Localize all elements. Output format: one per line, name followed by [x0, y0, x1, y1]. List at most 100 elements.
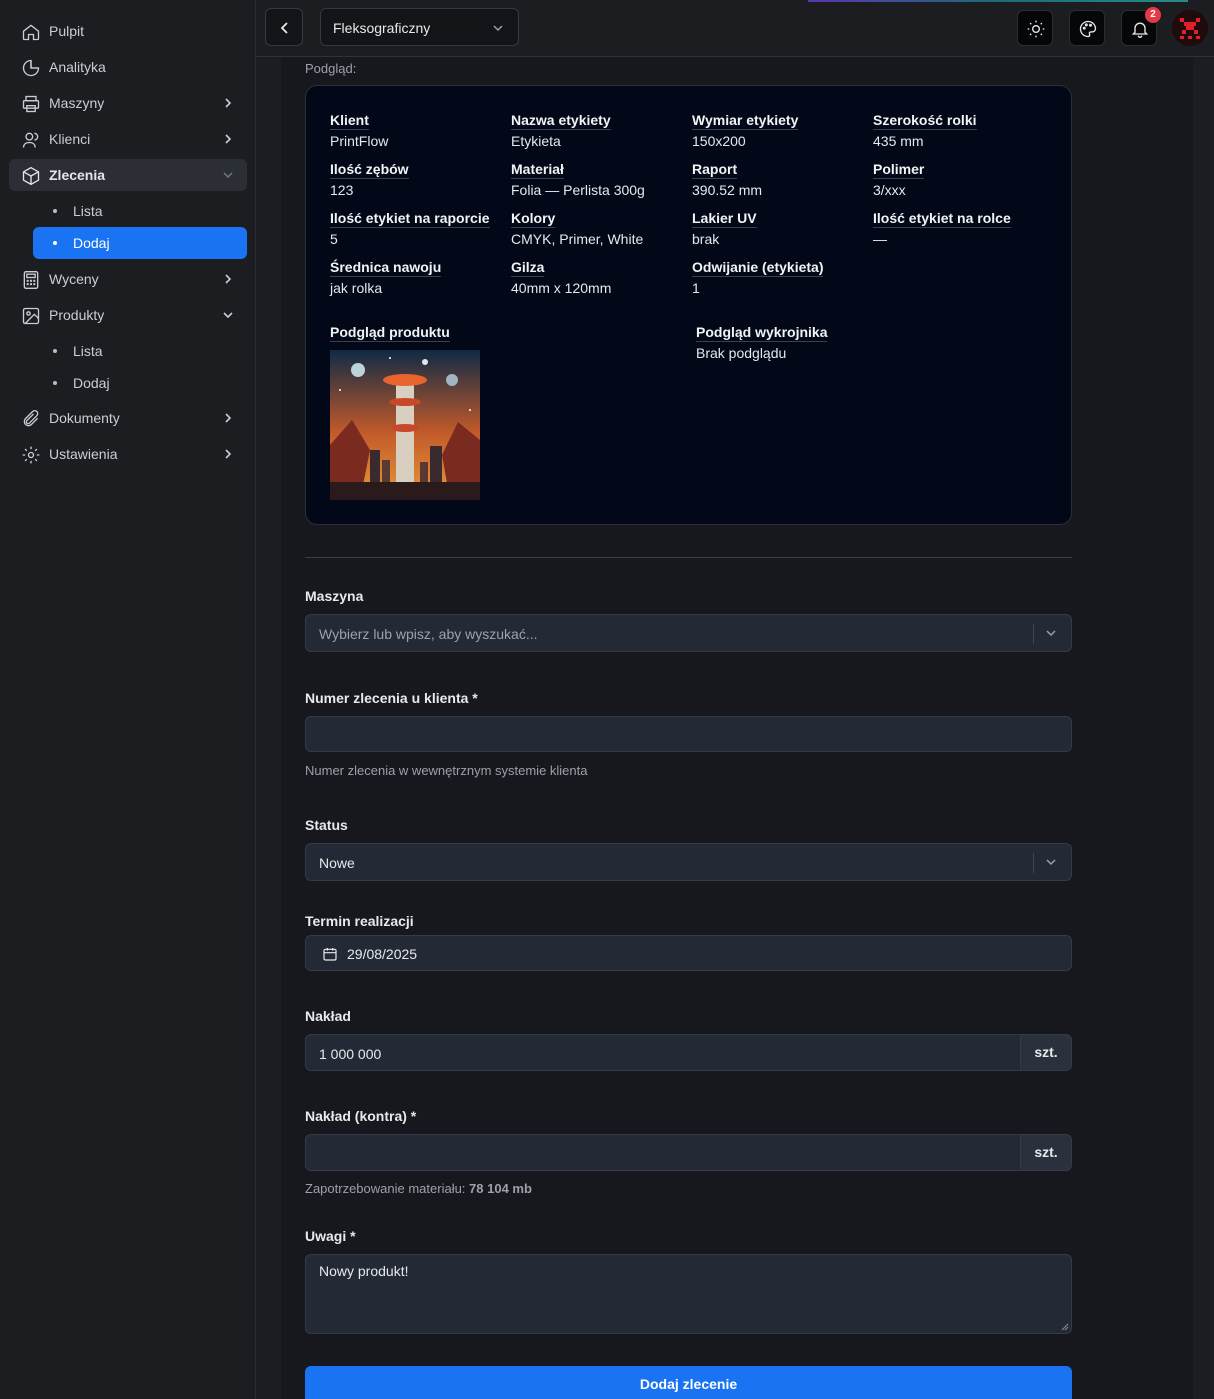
chevron-left-icon: [280, 22, 288, 34]
sidebar-item-ustawienia[interactable]: Ustawienia: [9, 438, 247, 470]
sidebar-subitem-label: Lista: [73, 203, 103, 219]
sidebar-item-analityka[interactable]: Analityka: [9, 51, 247, 83]
box-icon: [22, 166, 40, 186]
sidebar: Pulpit Analityka Maszyny Klienci Zleceni…: [0, 0, 256, 1399]
quantity-label: Nakład: [305, 1008, 351, 1024]
material-need-text: Zapotrzebowanie materiału: 78 104 mb: [305, 1181, 532, 1196]
order-number-input[interactable]: [305, 716, 1072, 752]
status-value: Nowe: [319, 855, 355, 871]
sidebar-item-maszyny[interactable]: Maszyny: [9, 87, 247, 119]
sidebar-subitem-zlecenia-lista[interactable]: Lista: [33, 195, 247, 227]
sidebar-item-label: Analityka: [49, 59, 106, 75]
back-button[interactable]: [265, 8, 303, 46]
sidebar-item-produkty[interactable]: Produkty: [9, 299, 247, 331]
die-preview-label: Podgląd wykrojnika: [696, 324, 828, 342]
quantity-unit: szt.: [1021, 1034, 1072, 1071]
avatar[interactable]: [1172, 10, 1208, 46]
topbar-accent-line: [808, 0, 1188, 2]
preview-field-wymiar: Wymiar etykiety 150x200: [692, 112, 799, 149]
bullet-icon: [53, 349, 57, 353]
sidebar-item-label: Pulpit: [49, 23, 85, 39]
preview-field-odwijanie: Odwijanie (etykieta) 1: [692, 259, 824, 296]
status-select[interactable]: Nowe: [305, 843, 1072, 881]
notifications-button[interactable]: 2: [1121, 7, 1161, 46]
machine-select[interactable]: Wybierz lub wpisz, aby wyszukać...: [305, 614, 1072, 652]
sidebar-item-label: Zlecenia: [49, 167, 106, 183]
calculator-icon: [23, 271, 39, 289]
preview-field-lakier: Lakier UV brak: [692, 210, 757, 247]
home-icon: [22, 24, 40, 41]
deadline-value: 29/08/2025: [347, 946, 418, 962]
chevron-right-icon: [225, 449, 232, 459]
preview-field-nazwa: Nazwa etykiety Etykieta: [511, 112, 611, 149]
pie-chart-icon: [22, 59, 40, 77]
sidebar-item-label: Produkty: [49, 307, 105, 323]
preview-field-material: Materiał Folia — Perlista 300g: [511, 161, 645, 198]
material-need-prefix: Zapotrzebowanie materiału:: [305, 1181, 466, 1196]
sidebar-item-wyceny[interactable]: Wyceny: [9, 263, 247, 295]
quantity-contra-label: Nakład (kontra) *: [305, 1108, 417, 1124]
preview-field-gilza: Gilza 40mm x 120mm: [511, 259, 612, 296]
resize-handle-icon[interactable]: [1061, 1323, 1069, 1331]
preview-field-etykiety-rolka: Ilość etykiet na rolce —: [873, 210, 1011, 247]
preview-field-raport: Raport 390.52 mm: [692, 161, 763, 198]
preview-field-klient: Klient PrintFlow: [330, 112, 389, 149]
submit-button[interactable]: Dodaj zlecenie: [305, 1366, 1072, 1399]
material-need-value: 78 104 mb: [469, 1181, 532, 1196]
die-preview: Podgląd wykrojnika Brak podglądu: [696, 324, 828, 361]
die-preview-value: Brak podglądu: [696, 345, 787, 361]
avatar-pixel-icon: [1172, 10, 1208, 46]
preview-field-zeby: Ilość zębów 123: [330, 161, 409, 198]
deadline-label: Termin realizacji: [305, 913, 414, 929]
sidebar-item-label: Wyceny: [49, 271, 99, 287]
sidebar-item-zlecenia[interactable]: Zlecenia: [9, 159, 247, 191]
sidebar-item-label: Ustawienia: [49, 446, 118, 462]
chevron-down-icon: [223, 172, 233, 179]
quantity-contra-unit: szt.: [1021, 1134, 1072, 1171]
preview-field-szerokosc: Szerokość rolki 435 mm: [873, 112, 977, 149]
sidebar-subitem-zlecenia-dodaj[interactable]: Dodaj: [33, 227, 247, 259]
divider: [305, 557, 1072, 558]
palette-button[interactable]: [1069, 10, 1105, 46]
select-separator: [1033, 624, 1034, 644]
sidebar-subitem-produkty-lista[interactable]: Lista: [33, 335, 247, 367]
bullet-icon: [53, 241, 57, 245]
order-number-label: Numer zlecenia u klienta *: [305, 690, 478, 706]
deadline-date-input[interactable]: 29/08/2025: [305, 935, 1072, 971]
sun-icon: [1027, 20, 1045, 38]
preview-heading: Podgląd:: [305, 61, 357, 76]
chevron-down-icon[interactable]: [1045, 628, 1057, 638]
select-separator: [1033, 853, 1034, 873]
mode-select[interactable]: Fleksograficzny: [320, 8, 519, 46]
theme-toggle-button[interactable]: [1017, 10, 1053, 46]
image-icon: [22, 307, 40, 325]
sidebar-subitem-produkty-dodaj[interactable]: Dodaj: [33, 367, 247, 399]
sidebar-item-klienci[interactable]: Klienci: [9, 123, 247, 155]
user-icon: [22, 132, 39, 148]
product-preview-image[interactable]: [330, 350, 480, 500]
preview-field-etykiety-raport: Ilość etykiet na raporcie 5: [330, 210, 490, 247]
product-preview: Podgląd produktu: [330, 324, 450, 342]
chevron-right-icon: [225, 134, 232, 144]
chevron-down-icon[interactable]: [1045, 857, 1057, 867]
quantity-contra-input[interactable]: [305, 1134, 1021, 1171]
palette-icon: [1079, 20, 1097, 38]
notes-textarea[interactable]: Nowy produkt!: [305, 1254, 1072, 1334]
chevron-right-icon: [225, 274, 232, 284]
sidebar-subitem-label: Dodaj: [73, 235, 110, 251]
machine-select-placeholder: Wybierz lub wpisz, aby wyszukać...: [319, 626, 538, 642]
product-preview-label: Podgląd produktu: [330, 324, 450, 342]
gear-icon: [22, 446, 40, 464]
sidebar-item-pulpit[interactable]: Pulpit: [9, 15, 247, 47]
mode-select-value: Fleksograficzny: [333, 20, 431, 36]
bell-icon: [1131, 22, 1149, 38]
quantity-input[interactable]: 1 000 000: [305, 1034, 1021, 1071]
notifications-badge: 2: [1145, 7, 1161, 23]
notes-value: Nowy produkt!: [319, 1263, 409, 1279]
calendar-icon: [323, 948, 337, 961]
sidebar-item-label: Maszyny: [49, 95, 105, 111]
machine-label: Maszyna: [305, 588, 364, 604]
notes-label: Uwagi *: [305, 1228, 356, 1244]
sidebar-item-dokumenty[interactable]: Dokumenty: [9, 402, 247, 434]
preview-field-polimer: Polimer 3/xxx: [873, 161, 925, 198]
